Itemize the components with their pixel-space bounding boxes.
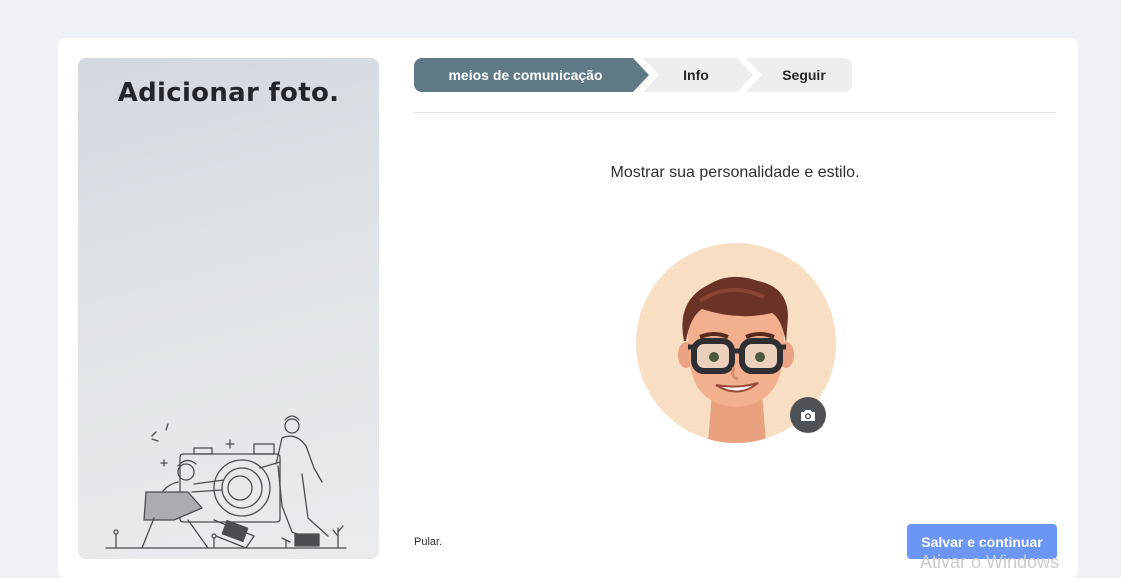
page-subtitle: Mostrar sua personalidade e estilo.	[610, 164, 860, 181]
step-media-label: meios de comunicação	[448, 67, 603, 83]
photographer-illustration	[105, 415, 347, 549]
change-photo-button[interactable]	[790, 397, 826, 433]
step-info[interactable]: Info	[643, 58, 753, 92]
side-panel-title: Adicionar foto.	[117, 78, 340, 108]
side-panel: Adicionar foto.	[78, 58, 379, 559]
main-card: Adicionar foto. meios de comunicação Inf…	[58, 38, 1078, 578]
step-follow[interactable]: Seguir	[746, 58, 852, 92]
step-follow-label: Seguir	[782, 67, 826, 83]
avatar-upload[interactable]	[636, 243, 836, 443]
skip-link[interactable]: Pular.	[414, 536, 442, 548]
step-media[interactable]: meios de comunicação	[414, 58, 649, 92]
camera-icon	[801, 410, 815, 421]
progress-steps: meios de comunicação Info Seguir	[414, 58, 854, 92]
windows-activation-watermark: Ativar o Windows	[920, 552, 1060, 572]
steps-divider	[414, 112, 1056, 113]
step-info-label: Info	[683, 67, 709, 83]
